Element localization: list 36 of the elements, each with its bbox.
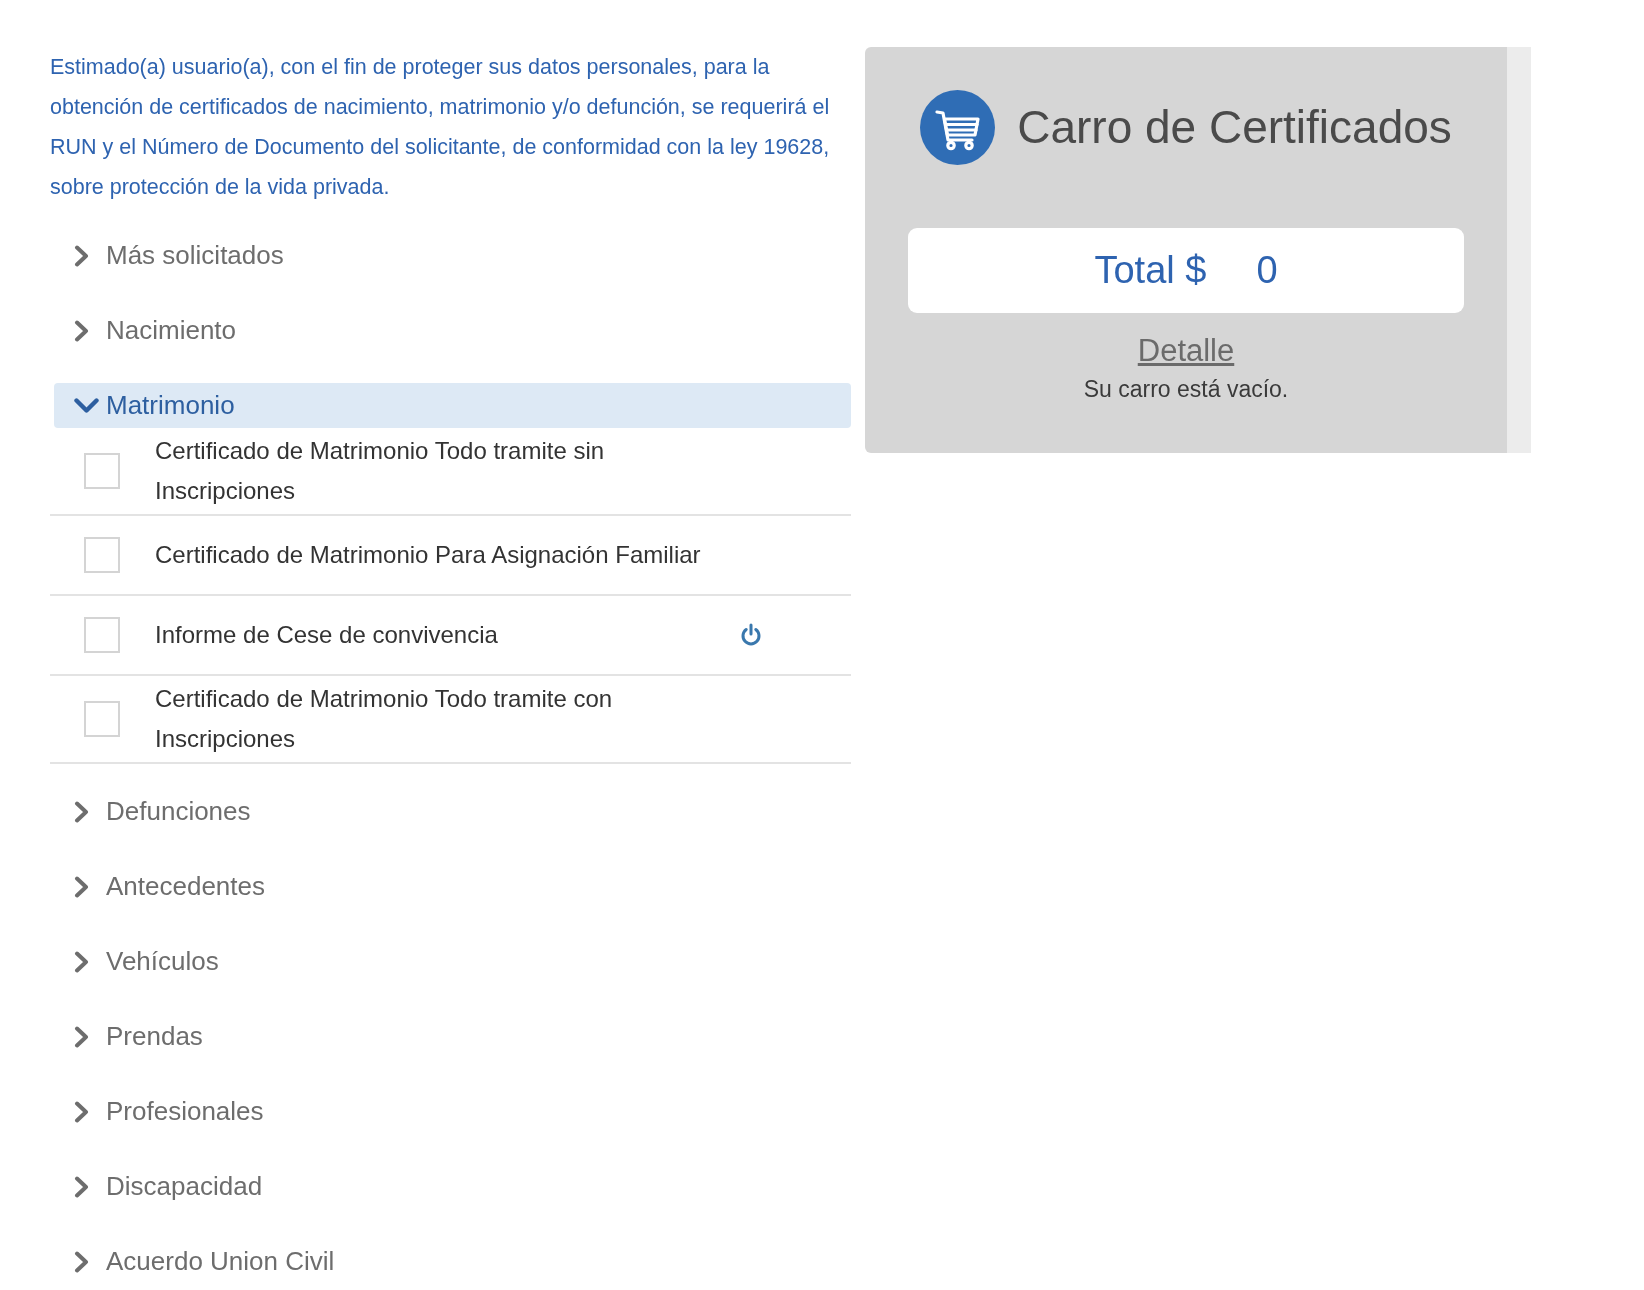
chevron-right-icon [74,1175,89,1198]
power-icon [740,623,762,647]
accordion-header[interactable]: Acuerdo Union Civil [54,1239,851,1284]
accordion-header[interactable]: Más solicitados [54,233,851,278]
privacy-notice: Estimado(a) usuario(a), con el fin de proteger sus datos personales, para la obtención de certificados de nacimiento, matrimonio y/o defunción, se requerirá el RUN y el Número de Documento del solicitante, de conformidad con la ley 19628, sobre protección de la vida privada. [50,54,831,201]
checkbox[interactable] [84,701,120,737]
detail-link[interactable]: Detalle [1137,333,1235,369]
certificate-label: Certificado de Matrimonio Todo tramite sin Inscripciones [155,436,606,506]
certificate-label: Informe de Cese de convivencia [155,620,499,650]
cart-icon [920,90,996,165]
checkbox[interactable] [84,537,120,573]
total-value: 0 [1256,247,1278,293]
accordion-header[interactable]: Defunciones [54,789,851,834]
certificate-label: Certificado de Matrimonio Para Asignación Familiar [155,540,702,570]
chevron-right-icon [74,800,89,823]
accordion-header[interactable]: Nacimiento [54,308,851,353]
accordion-header[interactable]: Matrimonio [54,383,851,428]
empty-cart-message: Su carro está vacío. [1083,375,1289,403]
cart-title: Carro de Certificados [1017,99,1452,155]
chevron-right-icon [74,1025,89,1048]
accordion-header[interactable]: Vehículos [54,939,851,984]
accordion-header[interactable]: Discapacidad [54,1164,851,1209]
chevron-right-icon [74,875,89,898]
checkbox[interactable] [84,453,120,489]
chevron-right-icon [74,244,89,267]
accordion-header[interactable]: Profesionales [54,1089,851,1134]
certificate-label: Certificado de Matrimonio Todo tramite con Inscripciones [155,684,614,754]
chevron-right-icon [74,1250,89,1273]
chevron-right-icon [74,950,89,973]
chevron-right-icon [74,319,89,342]
chevron-down-icon [74,397,99,414]
accordion-header[interactable]: Prendas [54,1014,851,1059]
accordion-header[interactable]: Antecedentes [54,864,851,909]
checkbox[interactable] [84,617,120,653]
chevron-right-icon [74,1100,89,1123]
total-label: Total $ [1094,247,1207,293]
